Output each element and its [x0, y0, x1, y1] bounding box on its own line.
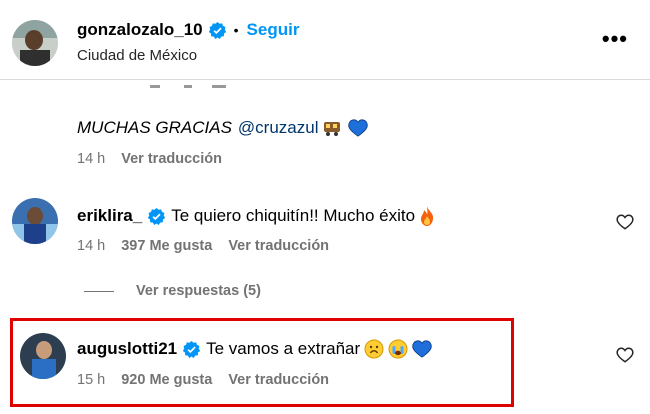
comment-body: Te vamos a extrañar: [206, 339, 361, 358]
comment-text-line: auguslotti21 Te vamos a extrañar: [77, 339, 432, 359]
comment-meta: 15 h 920 Me gusta Ver traducción: [77, 372, 345, 388]
sad-face-emoji-icon: [364, 339, 384, 359]
comment-username[interactable]: eriklira_: [77, 206, 142, 226]
post-location[interactable]: Ciudad de México: [77, 47, 197, 64]
post-header: gonzalozalo_10 • Seguir Ciudad de México…: [0, 0, 650, 80]
comment-time: 14 h: [77, 238, 106, 254]
comment-meta: 14 h 397 Me gusta Ver traducción: [77, 238, 345, 254]
highlight-box: [10, 318, 514, 407]
verified-badge-icon: [148, 207, 166, 225]
follow-button[interactable]: Seguir: [247, 20, 300, 40]
avatar[interactable]: [12, 20, 58, 66]
verified-badge-icon: [183, 340, 201, 358]
translate-link[interactable]: Ver traducción: [121, 151, 222, 167]
fire-emoji-icon: [421, 206, 434, 226]
like-heart-icon[interactable]: [616, 213, 634, 231]
blue-heart-emoji-icon: [348, 119, 369, 137]
profile-photo-icon: [12, 20, 58, 66]
profile-photo-icon: [12, 198, 58, 244]
verified-badge-icon: [208, 21, 226, 39]
likes-count[interactable]: 920 Me gusta: [121, 372, 212, 388]
comment-username[interactable]: auguslotti21: [77, 339, 177, 359]
caption-text: MUCHAS GRACIAS @cruzazul: [77, 118, 369, 138]
like-heart-icon[interactable]: [616, 346, 634, 364]
likes-count[interactable]: 397 Me gusta: [121, 238, 212, 254]
replies-divider: [84, 290, 114, 292]
caption-meta: 14 h Ver traducción: [77, 151, 238, 167]
avatar[interactable]: [20, 333, 66, 379]
profile-photo-icon: [20, 333, 66, 379]
more-options-icon[interactable]: •••: [602, 26, 628, 52]
caption-body: MUCHAS GRACIAS: [77, 118, 232, 137]
separator-dot: •: [233, 22, 239, 38]
blue-heart-emoji-icon: [412, 340, 432, 358]
train-emoji-icon: [324, 122, 341, 136]
post-author-username[interactable]: gonzalozalo_10: [77, 20, 203, 40]
translate-link[interactable]: Ver traducción: [228, 238, 329, 254]
translate-link[interactable]: Ver traducción: [228, 372, 329, 388]
caption-time: 14 h: [77, 151, 106, 167]
view-replies-label[interactable]: Ver respuestas (5): [136, 283, 261, 299]
comment-body: Te quiero chiquitín!! Mucho éxito: [171, 206, 416, 225]
mention-link[interactable]: @cruzazul: [238, 118, 319, 138]
clipped-text-fragment: [150, 80, 240, 88]
comment-time: 15 h: [77, 372, 106, 388]
comment-text-line: eriklira_ Te quiero chiquitín!! Mucho éx…: [77, 206, 435, 226]
view-replies-button[interactable]: Ver respuestas (5): [84, 283, 261, 299]
avatar[interactable]: [12, 198, 58, 244]
crying-face-emoji-icon: [388, 339, 408, 359]
